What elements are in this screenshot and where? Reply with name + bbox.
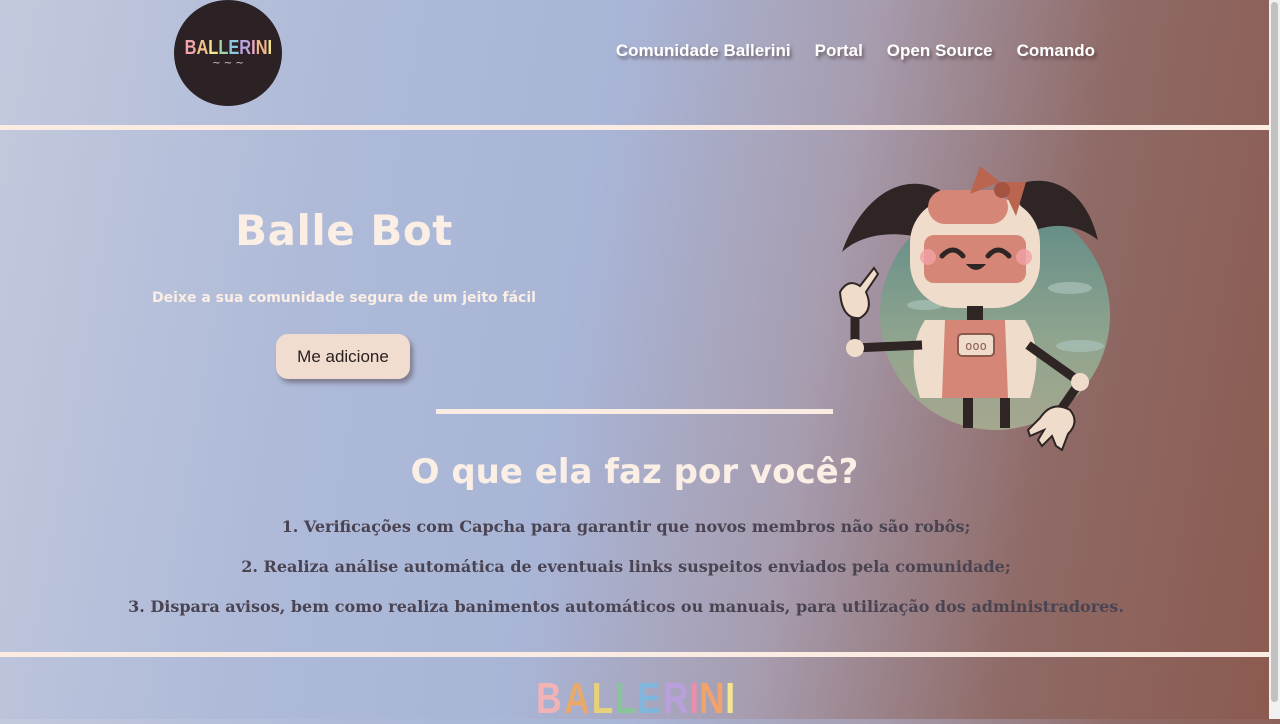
nav-link-portal[interactable]: Portal [815, 41, 863, 61]
brand-logo[interactable]: BALLERINI ~ ~ ~ [174, 0, 282, 106]
footer-logo-letter: I [724, 674, 735, 723]
footer-logo-letter: A [564, 674, 590, 723]
feature-item: 1. Verificações com Capcha para garantir… [281, 517, 971, 536]
header-divider [0, 125, 1269, 130]
footer-divider [0, 652, 1269, 657]
nav-link-comunidade[interactable]: Comunidade Ballerini [616, 41, 791, 61]
robot-face-screen [924, 235, 1026, 283]
hero-subtitle: Deixe a sua comunidade segura de um jeit… [152, 290, 536, 306]
footer-logo-letter: E [637, 674, 661, 723]
footer-logo-letter: I [688, 674, 699, 723]
logo-letter: R [238, 37, 251, 59]
footer-logo-letter: L [614, 674, 636, 723]
footer-logo-letter: L [591, 674, 613, 723]
features-title: O que ela faz por você? [410, 452, 859, 492]
robot-screen-text: ooo [965, 339, 987, 353]
nav-link-comando[interactable]: Comando [1017, 41, 1095, 61]
logo-letter: A [196, 37, 208, 59]
logo-letter: N [255, 37, 268, 59]
logo-wordmark: BALLERINI [184, 37, 272, 60]
logo-letter: I [267, 37, 272, 59]
nav-link-open-source[interactable]: Open Source [887, 41, 993, 61]
hero-title: Balle Bot [235, 206, 453, 255]
feature-item: 3. Dispara avisos, bem como realiza bani… [128, 597, 1124, 616]
page-scrollbar[interactable] [1269, 0, 1280, 719]
footer-logo: BALLERINI [0, 674, 1269, 724]
robot-hand-left [838, 266, 880, 320]
logo-letter: L [207, 37, 218, 59]
footer-logo-letter: N [699, 674, 725, 723]
top-nav: Comunidade Ballerini Portal Open Source … [616, 41, 1095, 61]
logo-letter: E [227, 37, 239, 59]
logo-letter: B [184, 37, 197, 59]
feature-item: 2. Realiza análise automática de eventua… [241, 557, 1011, 576]
section-divider [436, 409, 833, 414]
footer-logo-letter: R [663, 674, 689, 723]
footer-logo-letter: B [536, 674, 562, 723]
features-list: 1. Verificações com Capcha para garantir… [0, 516, 1252, 636]
robot-illustration: ooo [838, 166, 1110, 452]
scrollbar-thumb[interactable] [1271, 2, 1278, 702]
logo-letter: L [217, 37, 228, 59]
logo-letter: I [250, 37, 256, 59]
add-bot-button[interactable]: Me adicione [276, 334, 410, 379]
